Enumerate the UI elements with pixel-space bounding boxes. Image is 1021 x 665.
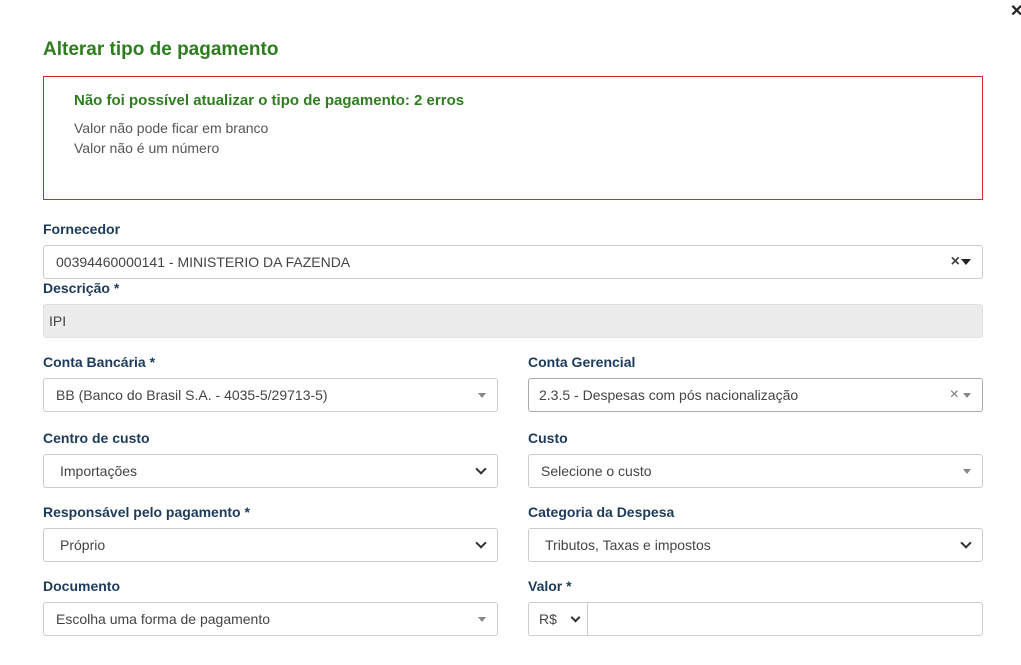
chevron-down-icon[interactable]: [963, 392, 971, 398]
conta-bancaria-select[interactable]: BB (Banco do Brasil S.A. - 4035-5/29713-…: [43, 378, 498, 412]
conta-gerencial-label: Conta Gerencial: [528, 354, 636, 370]
chevron-down-icon[interactable]: [478, 616, 486, 622]
clear-icon[interactable]: ×: [951, 254, 960, 270]
centro-custo-select[interactable]: Importações: [43, 454, 498, 488]
fornecedor-value: 00394460000141 - MINISTERIO DA FAZENDA: [56, 254, 351, 270]
centro-custo-label: Centro de custo: [43, 430, 150, 446]
chevron-down-icon[interactable]: [963, 468, 971, 474]
categoria-select[interactable]: Tributos, Taxas e impostos: [528, 528, 983, 562]
fornecedor-select[interactable]: 00394460000141 - MINISTERIO DA FAZENDA ×: [43, 245, 983, 279]
alert-title: Não foi possível atualizar o tipo de pag…: [74, 92, 465, 109]
currency-select[interactable]: R$: [528, 602, 588, 636]
responsavel-value: Próprio: [60, 537, 106, 553]
chevron-down-icon: [570, 612, 581, 622]
error-alert: Não foi possível atualizar o tipo de pag…: [43, 76, 983, 200]
valor-input[interactable]: [587, 602, 983, 636]
custo-label: Custo: [528, 430, 568, 446]
close-icon[interactable]: ✕: [1010, 3, 1021, 21]
valor-label: Valor *: [528, 578, 572, 594]
alert-error-1: Valor não pode ficar em branco: [74, 120, 269, 136]
categoria-label: Categoria da Despesa: [528, 504, 675, 520]
fornecedor-label: Fornecedor: [43, 221, 121, 237]
responsavel-select[interactable]: Próprio: [43, 528, 498, 562]
responsavel-label: Responsável pelo pagamento *: [43, 504, 250, 520]
clear-icon[interactable]: ×: [950, 387, 959, 403]
documento-placeholder: Escolha uma forma de pagamento: [56, 611, 271, 627]
documento-label: Documento: [43, 578, 120, 594]
chevron-down-icon: [475, 463, 487, 475]
conta-bancaria-value: BB (Banco do Brasil S.A. - 4035-5/29713-…: [56, 387, 328, 403]
chevron-down-icon[interactable]: [961, 259, 971, 265]
chevron-down-icon: [960, 537, 972, 549]
currency-value: R$: [539, 611, 557, 627]
conta-bancaria-label: Conta Bancária *: [43, 354, 156, 370]
descricao-input: IPI: [43, 304, 983, 338]
conta-gerencial-value: 2.3.5 - Despesas com pós nacionalização: [539, 387, 799, 403]
documento-select[interactable]: Escolha uma forma de pagamento: [43, 602, 498, 636]
custo-select[interactable]: Selecione o custo: [528, 454, 983, 488]
chevron-down-icon: [475, 537, 487, 549]
descricao-value: IPI: [49, 313, 67, 329]
centro-custo-value: Importações: [60, 463, 138, 479]
custo-placeholder: Selecione o custo: [541, 463, 652, 479]
categoria-value: Tributos, Taxas e impostos: [545, 537, 711, 553]
alert-error-2: Valor não é um número: [74, 140, 220, 156]
conta-gerencial-select[interactable]: 2.3.5 - Despesas com pós nacionalização …: [528, 378, 983, 412]
descricao-label: Descrição *: [43, 280, 120, 296]
chevron-down-icon[interactable]: [478, 392, 486, 398]
modal-title: Alterar tipo de pagamento: [43, 39, 279, 60]
